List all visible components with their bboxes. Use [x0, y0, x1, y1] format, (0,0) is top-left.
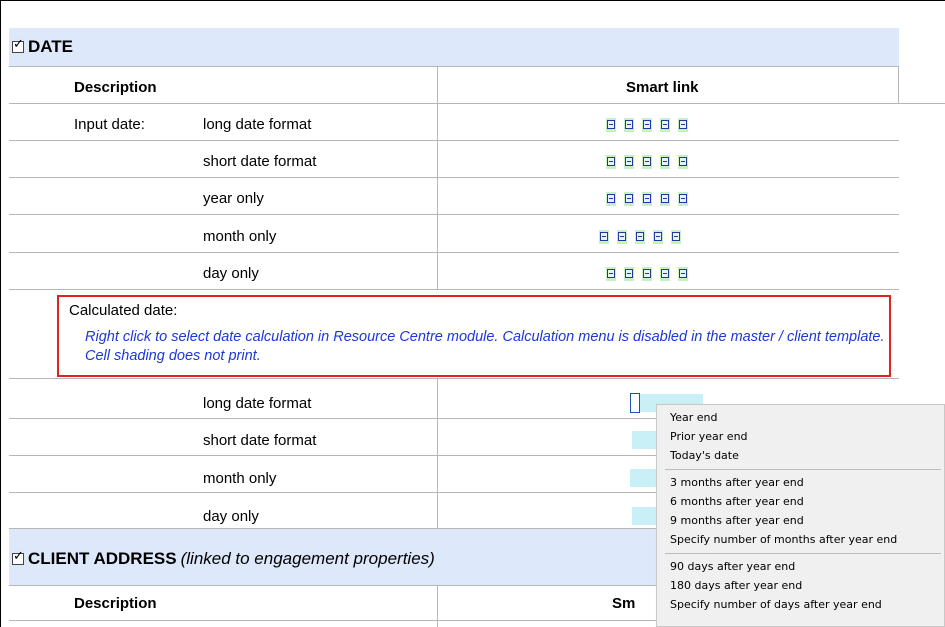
description-column-header: Description	[74, 79, 157, 96]
calculated-date-label: Calculated date:	[69, 302, 178, 319]
date-section-title-text: DATE	[28, 37, 74, 56]
field-link-icon[interactable]	[636, 232, 644, 241]
row-label: year only	[203, 190, 264, 207]
calculated-date-cell[interactable]	[630, 469, 656, 487]
menu-item-prior-year-end[interactable]: Prior year end	[670, 428, 748, 446]
menu-item-3-months[interactable]: 3 months after year end	[670, 474, 804, 492]
field-link-icon[interactable]	[679, 157, 687, 166]
row-divider	[9, 140, 899, 141]
row-label: long date format	[203, 116, 312, 133]
menu-separator	[665, 469, 941, 470]
field-link-icon[interactable]	[672, 232, 680, 241]
row-divider	[9, 214, 899, 215]
row-label: long date format	[203, 395, 312, 412]
row-label: month only	[203, 228, 277, 245]
menu-separator	[665, 553, 941, 554]
field-link-icon[interactable]	[643, 194, 651, 203]
date-calculation-context-menu[interactable]: Year end Prior year end Today's date 3 m…	[656, 404, 945, 627]
date-section-header	[9, 28, 899, 66]
field-link-icon[interactable]	[679, 269, 687, 278]
menu-item-6-months[interactable]: 6 months after year end	[670, 493, 804, 511]
row-label: short date format	[203, 432, 317, 449]
calculated-date-cell[interactable]	[632, 431, 656, 449]
row-label: month only	[203, 470, 277, 487]
smart-link-cells[interactable]	[599, 230, 689, 244]
smart-link-cells[interactable]	[606, 267, 696, 281]
field-link-icon[interactable]	[643, 269, 651, 278]
smart-link-cells[interactable]	[606, 192, 696, 206]
text-cursor-field[interactable]	[630, 393, 640, 413]
smart-link-column-header: Smart link	[626, 79, 699, 96]
row-divider	[9, 378, 899, 379]
field-link-icon[interactable]	[661, 194, 669, 203]
row-label: day only	[203, 265, 259, 282]
field-link-icon[interactable]	[679, 194, 687, 203]
field-link-icon[interactable]	[661, 269, 669, 278]
row-label: short date format	[203, 153, 317, 170]
menu-item-90-days[interactable]: 90 days after year end	[670, 558, 795, 576]
smart-link-cells[interactable]	[606, 118, 696, 132]
checked-checkbox-icon[interactable]	[12, 37, 24, 53]
calculated-date-callout: Calculated date: Right click to select d…	[57, 295, 891, 377]
client-address-title-text: CLIENT ADDRESS	[28, 549, 177, 568]
row-divider	[9, 177, 899, 178]
field-link-icon[interactable]	[607, 269, 615, 278]
date-section-title: DATE	[12, 37, 73, 57]
field-link-icon[interactable]	[607, 120, 615, 129]
field-link-icon[interactable]	[625, 120, 633, 129]
field-link-icon[interactable]	[661, 120, 669, 129]
menu-item-year-end[interactable]: Year end	[670, 409, 718, 427]
row-divider	[9, 252, 899, 253]
column-divider	[437, 378, 438, 528]
field-link-icon[interactable]	[654, 232, 662, 241]
field-link-icon[interactable]	[643, 157, 651, 166]
document-page: DATE Description Smart link Input date: …	[0, 0, 945, 627]
smart-link-column-header: Sm	[612, 595, 636, 612]
field-link-icon[interactable]	[625, 269, 633, 278]
column-divider	[898, 66, 899, 104]
page-top-border	[0, 0, 945, 1]
field-link-icon[interactable]	[600, 232, 608, 241]
page-left-border	[0, 0, 1, 627]
menu-item-todays-date[interactable]: Today's date	[670, 447, 739, 465]
menu-item-specify-months[interactable]: Specify number of months after year end	[670, 531, 897, 549]
field-link-icon[interactable]	[607, 157, 615, 166]
description-column-header: Description	[74, 595, 157, 612]
row-label: day only	[203, 508, 259, 525]
calculated-date-cell[interactable]	[632, 507, 656, 525]
field-link-icon[interactable]	[618, 232, 626, 241]
menu-item-specify-days[interactable]: Specify number of days after year end	[670, 596, 882, 614]
field-link-icon[interactable]	[625, 194, 633, 203]
field-link-icon[interactable]	[643, 120, 651, 129]
smart-link-cells[interactable]	[606, 155, 696, 169]
checked-checkbox-icon[interactable]	[12, 549, 24, 565]
field-link-icon[interactable]	[679, 120, 687, 129]
field-link-icon[interactable]	[607, 194, 615, 203]
client-address-section-title: CLIENT ADDRESS (linked to engagement pro…	[12, 549, 435, 569]
field-link-icon[interactable]	[661, 157, 669, 166]
table-border	[9, 103, 945, 104]
table-border	[9, 66, 899, 67]
calculation-note: Right click to select date calculation i…	[85, 329, 885, 364]
row-divider	[9, 289, 899, 290]
field-link-icon[interactable]	[625, 157, 633, 166]
input-date-label: Input date:	[74, 116, 145, 133]
client-address-subtitle: (linked to engagement properties)	[180, 549, 435, 568]
menu-item-180-days[interactable]: 180 days after year end	[670, 577, 802, 595]
menu-item-9-months[interactable]: 9 months after year end	[670, 512, 804, 530]
